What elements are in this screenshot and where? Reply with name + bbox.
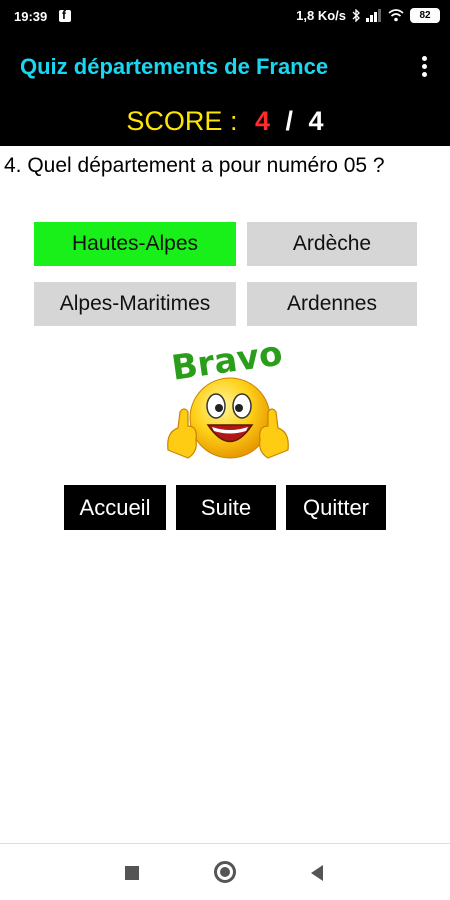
status-indicators: 1,8 Ko/s 82 [296, 8, 440, 23]
app-bar: Quiz départements de France SCORE : 4 / … [0, 34, 450, 146]
next-button[interactable]: Suite [176, 485, 276, 530]
home-button[interactable]: Accueil [64, 485, 166, 530]
score-display: SCORE : 4 / 4 [0, 106, 450, 137]
bluetooth-icon [352, 9, 360, 22]
back-icon[interactable] [311, 865, 323, 881]
wifi-icon [388, 9, 404, 22]
signal-icon [366, 9, 382, 22]
answer-button-1[interactable]: Hautes-Alpes [34, 222, 236, 266]
home-icon[interactable] [214, 861, 236, 883]
overflow-menu-icon[interactable] [422, 56, 428, 78]
quit-button[interactable]: Quitter [286, 485, 386, 530]
battery-icon: 82 [410, 8, 440, 23]
status-bar: 19:39 1,8 Ko/s 82 [0, 0, 450, 34]
facebook-notification-icon [59, 8, 71, 22]
recent-apps-icon[interactable] [125, 866, 139, 880]
score-current: 4 [254, 106, 270, 136]
score-label: SCORE : [126, 106, 238, 136]
score-total: 4 [308, 106, 324, 136]
answer-button-4[interactable]: Ardennes [247, 282, 417, 326]
answer-button-2[interactable]: Ardèche [247, 222, 417, 266]
bravo-smiley-icon: Bravo [167, 340, 289, 459]
status-time: 19:39 [14, 9, 48, 24]
question-text: 4. Quel département a pour numéro 05 ? [4, 154, 385, 177]
system-navigation-bar [0, 843, 450, 900]
answer-button-3[interactable]: Alpes-Maritimes [34, 282, 236, 326]
network-speed: 1,8 Ko/s [296, 8, 346, 23]
score-separator: / [285, 106, 294, 136]
app-title: Quiz départements de France [20, 54, 329, 79]
